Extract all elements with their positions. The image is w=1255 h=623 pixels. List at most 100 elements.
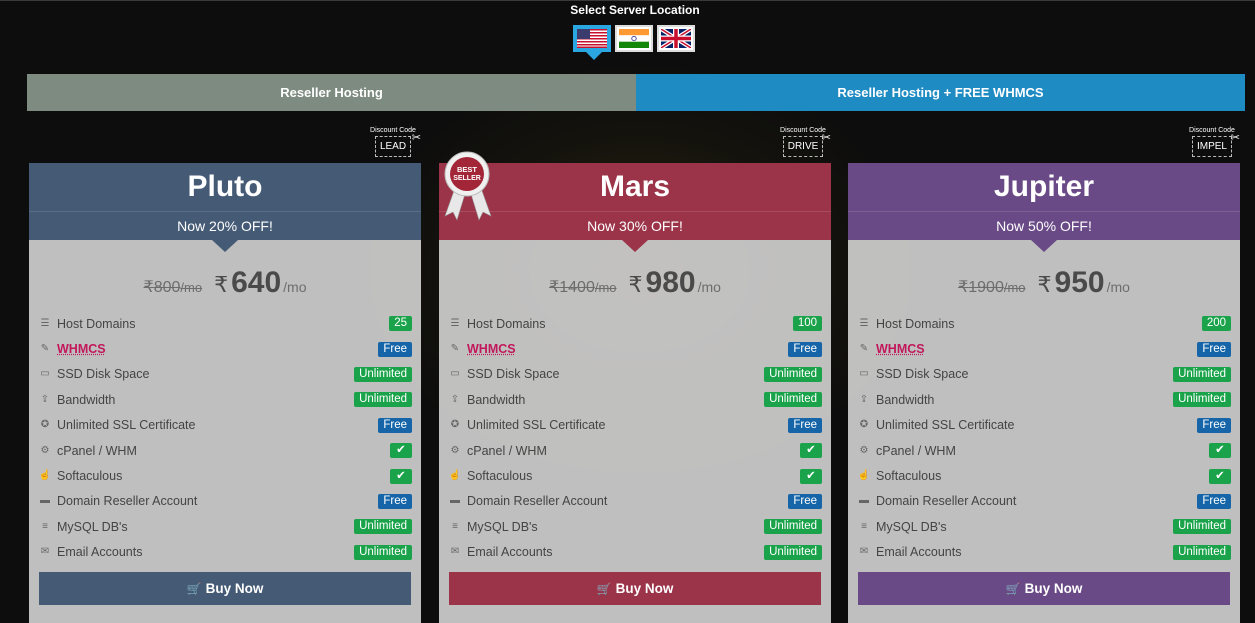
flag-usa-button[interactable] xyxy=(573,25,611,52)
feature-label: Softaculous xyxy=(876,469,942,484)
server-icon: ☰ xyxy=(40,317,50,329)
buy-now-label: Buy Now xyxy=(1024,581,1083,596)
plan-offer-text: Now 20% OFF! xyxy=(177,218,273,234)
certificate-icon: ✪ xyxy=(450,419,460,431)
buy-now-button[interactable]: 🛒 Buy Now xyxy=(858,572,1230,605)
envelope-icon: ✉ xyxy=(450,546,460,558)
hdd-icon: ▭ xyxy=(859,368,869,380)
plan-price: ₹1400/mo ₹980 /mo xyxy=(439,266,831,302)
feature-label-wrap: ✪ Unlimited SSL Certificate xyxy=(448,418,606,432)
feature-value-badge: ✔ xyxy=(1209,468,1231,484)
buy-now-button[interactable]: 🛒 Buy Now xyxy=(39,572,411,605)
buy-now-label: Buy Now xyxy=(205,581,264,596)
feature-label: Host Domains xyxy=(467,316,546,331)
tab-reseller-hosting-whmcs[interactable]: Reseller Hosting + FREE WHMCS xyxy=(636,74,1245,111)
cogs-icon: ⚙ xyxy=(40,444,50,456)
flag-uk-button[interactable] xyxy=(657,25,695,52)
feature-value-badge: Unlimited xyxy=(354,392,412,408)
feature-row: ☝ Softaculous ✔ xyxy=(38,463,412,488)
feature-row: ⚙ cPanel / WHM ✔ xyxy=(857,438,1231,463)
edit-icon: ✎ xyxy=(859,343,869,355)
feature-value-badge: Unlimited xyxy=(1173,544,1231,560)
active-flag-indicator xyxy=(586,52,602,60)
upload-icon: ⇪ xyxy=(859,393,869,405)
per-month: /mo xyxy=(180,280,203,295)
tab-reseller-hosting[interactable]: Reseller Hosting xyxy=(27,74,636,111)
feature-label[interactable]: WHMCS xyxy=(467,342,516,356)
feature-label-wrap: ☰ Host Domains xyxy=(448,317,546,331)
plan-name: Jupiter xyxy=(848,163,1240,211)
scissors-icon: ✂ xyxy=(1230,132,1240,144)
old-price-value: 1400 xyxy=(559,279,595,296)
feature-label-wrap: ▬ Domain Reseller Account xyxy=(38,494,197,508)
per-month: /mo xyxy=(594,280,617,295)
buy-now-button[interactable]: 🛒 Buy Now xyxy=(449,572,821,605)
feature-label[interactable]: WHMCS xyxy=(876,342,925,356)
current-price-value: 640 xyxy=(231,266,282,299)
feature-value-badge: Free xyxy=(1197,493,1231,509)
feature-row: ☝ Softaculous ✔ xyxy=(448,463,822,488)
feature-value-badge: 200 xyxy=(1201,316,1231,332)
hosting-tabs: Reseller Hosting Reseller Hosting + FREE… xyxy=(27,74,1245,111)
feature-label-wrap: ✎ WHMCS xyxy=(857,342,925,356)
server-location-title: Select Server Location xyxy=(570,3,700,17)
feature-label[interactable]: WHMCS xyxy=(57,342,106,356)
discount-code-value[interactable]: IMPEL xyxy=(1191,136,1232,157)
currency-symbol: ₹ xyxy=(214,272,229,297)
usa-flag-icon xyxy=(577,29,607,48)
per-month: /mo xyxy=(1003,280,1026,295)
feature-row: ✪ Unlimited SSL Certificate Free xyxy=(448,413,822,438)
feature-value-badge: Unlimited xyxy=(764,366,822,382)
feature-list: ☰ Host Domains 200 ✎ WHMCS Free ▭ SSD Di… xyxy=(848,311,1240,565)
old-price: ₹800/mo xyxy=(144,277,203,297)
feature-label-wrap: ≡ MySQL DB's xyxy=(448,520,538,534)
feature-value-badge: Unlimited xyxy=(354,366,412,382)
hdd-icon: ▭ xyxy=(450,368,460,380)
feature-label: SSD Disk Space xyxy=(876,367,969,382)
feature-label-wrap: ⚙ cPanel / WHM xyxy=(448,444,547,458)
old-price: ₹1400/mo xyxy=(549,277,616,297)
feature-row: ⚙ cPanel / WHM ✔ xyxy=(38,438,412,463)
server-location-flags xyxy=(573,25,695,52)
feature-label: Email Accounts xyxy=(57,545,143,560)
feature-row: ▬ Domain Reseller Account Free xyxy=(38,489,412,514)
feature-row: ▭ SSD Disk Space Unlimited xyxy=(38,362,412,387)
cogs-icon: ⚙ xyxy=(450,444,460,456)
discount-code-value[interactable]: DRIVE xyxy=(782,136,824,157)
feature-list: ☰ Host Domains 100 ✎ WHMCS Free ▭ SSD Di… xyxy=(439,311,831,565)
scissors-icon: ✂ xyxy=(411,132,421,144)
feature-row: ≡ MySQL DB's Unlimited xyxy=(448,514,822,539)
feature-label-wrap: ✎ WHMCS xyxy=(38,342,106,356)
hand-icon: ☝ xyxy=(38,470,52,482)
feature-label: SSD Disk Space xyxy=(467,367,560,382)
feature-value-badge: ✔ xyxy=(390,443,412,459)
per-month: /mo xyxy=(1106,279,1130,295)
plan-name: Pluto xyxy=(29,163,421,211)
feature-label-wrap: ✪ Unlimited SSL Certificate xyxy=(38,418,196,432)
uk-flag-icon xyxy=(661,29,691,48)
cogs-icon: ⚙ xyxy=(859,444,869,456)
feature-value-badge: Unlimited xyxy=(354,519,412,535)
offer-pointer xyxy=(212,240,238,252)
plan-card-pluto: Pluto Now 20% OFF! ₹800/mo ₹640 /mo ☰ Ho… xyxy=(29,163,421,623)
feature-label: Domain Reseller Account xyxy=(57,494,198,509)
feature-label: MySQL DB's xyxy=(876,519,947,534)
database-icon: ≡ xyxy=(42,520,48,532)
briefcase-icon: ▬ xyxy=(859,495,869,507)
feature-label: Bandwidth xyxy=(876,392,935,407)
feature-value-badge: ✔ xyxy=(390,468,412,484)
feature-row: ⇪ Bandwidth Unlimited xyxy=(38,387,412,412)
feature-label-wrap: ✉ Email Accounts xyxy=(448,545,553,559)
feature-label: MySQL DB's xyxy=(57,519,128,534)
feature-label-wrap: ▬ Domain Reseller Account xyxy=(448,494,607,508)
feature-label: Softaculous xyxy=(467,469,533,484)
discount-code-mars: Discount Code DRIVE ✂ xyxy=(778,127,831,157)
plan-card-jupiter: Jupiter Now 50% OFF! ₹1900/mo ₹950 /mo ☰… xyxy=(848,163,1240,623)
feature-row: ▬ Domain Reseller Account Free xyxy=(857,489,1231,514)
current-price-value: 980 xyxy=(645,266,696,299)
flag-india-button[interactable] xyxy=(615,25,653,52)
discount-code-pluto: Discount Code LEAD ✂ xyxy=(368,127,421,157)
feature-value-badge: Free xyxy=(378,341,412,357)
discount-code-value[interactable]: LEAD xyxy=(374,136,412,157)
feature-value-badge: 100 xyxy=(792,316,822,332)
